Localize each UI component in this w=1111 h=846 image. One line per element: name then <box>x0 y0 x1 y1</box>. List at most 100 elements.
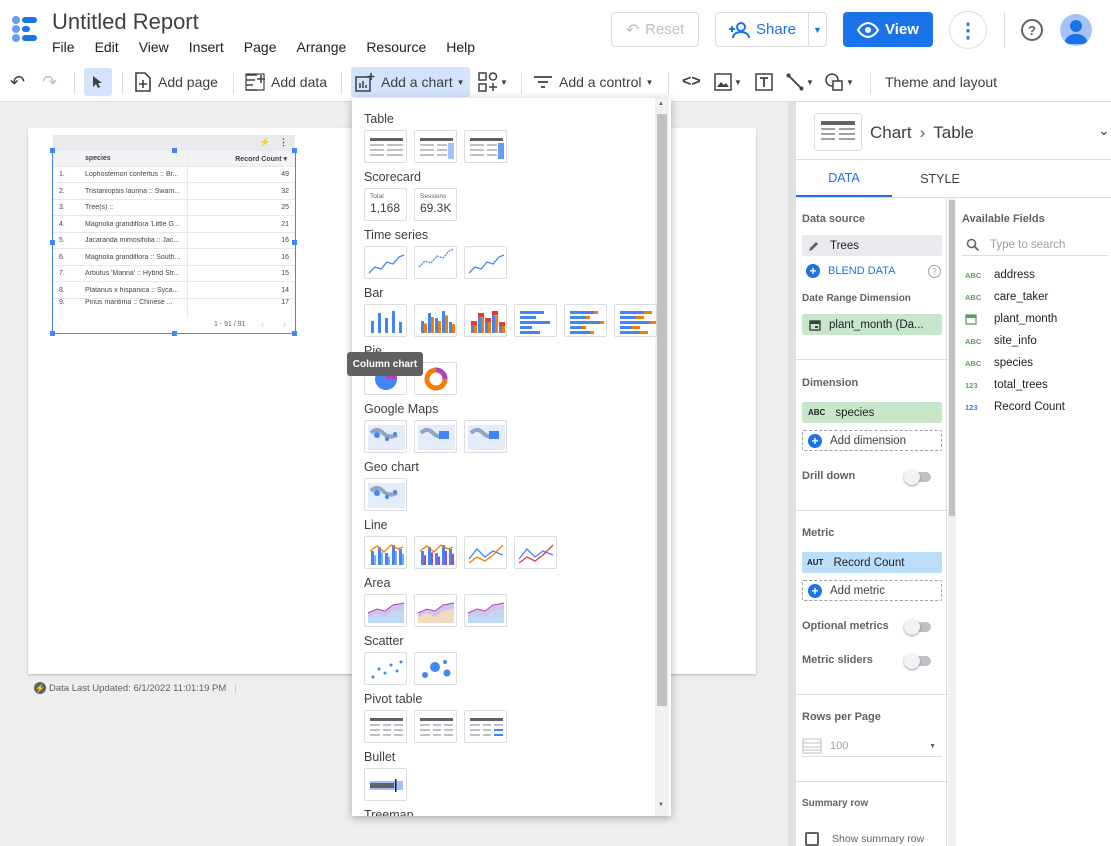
dimension-chip[interactable]: ABC species <box>802 402 942 423</box>
chart-option-scatter-2[interactable] <box>414 652 457 685</box>
reset-button[interactable]: ↶ Reset <box>611 12 699 47</box>
chart-option-bar-1[interactable] <box>364 304 407 337</box>
chart-option-area-1[interactable] <box>364 594 407 627</box>
tab-data[interactable]: DATA <box>796 160 892 197</box>
add-page-button[interactable]: Add page <box>134 64 218 100</box>
shape-tool-icon[interactable]: ▼ <box>824 64 854 100</box>
table-row[interactable]: 9. Pinus maritima :: Chinese ... 17 <box>53 299 295 305</box>
column-header-record-count[interactable]: Record Count ▾ <box>235 155 287 163</box>
data-source-chip[interactable]: Trees <box>802 235 942 256</box>
menu-view[interactable]: View <box>139 39 169 55</box>
menu-resource[interactable]: Resource <box>366 39 426 55</box>
chart-option-line-1[interactable] <box>364 536 407 569</box>
pencil-icon[interactable] <box>808 240 820 252</box>
menu-page[interactable]: Page <box>244 39 277 55</box>
add-data-button[interactable]: Add data <box>245 64 327 100</box>
table-row[interactable]: 5. Jacaranda mimosifolia :: Jac... 16 <box>53 233 295 249</box>
column-header-species[interactable]: species <box>85 155 111 162</box>
field-item[interactable]: plant_month <box>965 313 1057 325</box>
chart-option-pivot-table-3[interactable] <box>464 710 507 743</box>
select-tool-icon[interactable] <box>84 68 112 96</box>
more-vert-icon[interactable]: ⋮ <box>279 137 288 148</box>
menu-edit[interactable]: Edit <box>95 39 119 55</box>
chart-option-google-maps-1[interactable] <box>364 420 407 453</box>
chart-option-scorecard-2[interactable]: Sessions 69.3K <box>414 188 457 221</box>
help-icon[interactable]: ? <box>928 265 941 278</box>
table-row[interactable]: 2. Tristaniopsis laurina :: Swam... 32 <box>53 184 295 200</box>
field-item[interactable]: 123 total_trees <box>965 379 1048 391</box>
field-item[interactable]: ABC species <box>965 357 1033 369</box>
undo-icon[interactable]: ↶ <box>10 64 25 100</box>
add-chart-button[interactable]: Add a chart ▼ <box>351 67 470 97</box>
chart-option-table-1[interactable] <box>364 130 407 163</box>
menu-help[interactable]: Help <box>446 39 475 55</box>
prev-page-icon[interactable]: ‹ <box>261 319 264 329</box>
redo-icon[interactable]: ↷ <box>42 64 57 100</box>
chart-option-scorecard-1[interactable]: Total 1,168 <box>364 188 407 221</box>
field-item[interactable]: 123 Record Count <box>965 401 1065 413</box>
field-search[interactable]: Type to search <box>962 234 1108 256</box>
share-dropdown-icon[interactable]: ▼ <box>808 13 826 46</box>
optional-metrics-toggle[interactable] <box>904 619 931 635</box>
table-chart-widget[interactable]: ⚡ ⋮ species Record Count ▾ 1. Lophostemon… <box>50 135 297 336</box>
chart-option-line-2[interactable] <box>414 536 457 569</box>
menu-scrollbar[interactable]: ▲ ▼ <box>655 98 669 816</box>
chart-option-area-3[interactable] <box>464 594 507 627</box>
field-item[interactable]: ABC site_info <box>965 335 1037 347</box>
table-row[interactable]: 4. Magnolia grandiflora 'Little G... 21 <box>53 217 295 233</box>
chart-option-bullet-1[interactable] <box>364 768 407 801</box>
table-row[interactable]: 1. Lophostemon confertus :: Br... 49 <box>53 167 295 183</box>
embed-code-icon[interactable]: <> <box>682 64 701 100</box>
community-viz-icon[interactable]: ▼ <box>478 64 508 100</box>
chart-option-time-series-2[interactable] <box>414 246 457 279</box>
metric-chip[interactable]: AUT Record Count <box>802 552 942 573</box>
chart-option-bar-3[interactable] <box>464 304 507 337</box>
view-button[interactable]: View <box>843 12 933 47</box>
chart-option-bar-4[interactable] <box>514 304 557 337</box>
chart-option-line-3[interactable] <box>464 536 507 569</box>
chart-option-bar-6[interactable] <box>614 304 657 337</box>
panel-scrollbar[interactable] <box>948 198 956 846</box>
date-range-chip[interactable]: plant_month (Da... <box>802 314 942 335</box>
image-icon[interactable]: ▼ <box>714 64 742 100</box>
looker-studio-logo[interactable] <box>10 14 40 44</box>
chart-option-bar-2[interactable] <box>414 304 457 337</box>
table-row[interactable]: 8. Platanus x hispanica :: Syca... 14 <box>53 283 295 299</box>
bolt-icon[interactable]: ⚡ <box>259 137 270 148</box>
show-summary-checkbox[interactable] <box>805 832 819 846</box>
report-title[interactable]: Untitled Report <box>52 9 199 35</box>
table-row[interactable]: 3. Tree(s) :: 25 <box>53 200 295 216</box>
text-box-icon[interactable] <box>755 64 773 100</box>
chart-option-google-maps-3[interactable] <box>464 420 507 453</box>
help-icon[interactable]: ? <box>1021 19 1043 41</box>
metric-sliders-toggle[interactable] <box>904 653 931 669</box>
table-row[interactable]: 6. Magnolia grandiflora :: South... 16 <box>53 250 295 266</box>
chart-option-time-series-1[interactable] <box>364 246 407 279</box>
chart-option-time-series-3[interactable] <box>464 246 507 279</box>
tab-style[interactable]: STYLE <box>892 160 988 197</box>
next-page-icon[interactable]: › <box>283 319 286 329</box>
table-row[interactable]: 7. Arbutus 'Marina' :: Hybrid Str... 15 <box>53 266 295 282</box>
chart-option-pivot-table-1[interactable] <box>364 710 407 743</box>
line-tool-icon[interactable]: ▼ <box>786 64 814 100</box>
field-item[interactable]: ABC address <box>965 269 1035 281</box>
chart-option-scatter-1[interactable] <box>364 652 407 685</box>
menu-arrange[interactable]: Arrange <box>297 39 347 55</box>
more-options-icon[interactable]: ⋮ <box>949 11 987 49</box>
chart-option-google-maps-2[interactable] <box>414 420 457 453</box>
rows-per-page-select[interactable]: 100 ▼ <box>802 736 942 757</box>
chart-option-area-2[interactable] <box>414 594 457 627</box>
drill-down-toggle[interactable] <box>904 469 931 485</box>
add-control-button[interactable]: Add a control ▼ <box>533 64 653 100</box>
menu-file[interactable]: File <box>52 39 75 55</box>
chart-option-bar-5[interactable] <box>564 304 607 337</box>
avatar[interactable] <box>1060 14 1092 46</box>
chevron-down-icon[interactable]: ⌄ <box>1098 122 1110 139</box>
menu-insert[interactable]: Insert <box>189 39 224 55</box>
add-dimension-button[interactable]: + Add dimension <box>802 430 942 451</box>
chart-option-table-2[interactable] <box>414 130 457 163</box>
chart-option-table-3[interactable] <box>464 130 507 163</box>
chart-option-geo-chart-1[interactable] <box>364 478 407 511</box>
chart-option-pivot-table-2[interactable] <box>414 710 457 743</box>
add-metric-button[interactable]: + Add metric <box>802 580 942 601</box>
